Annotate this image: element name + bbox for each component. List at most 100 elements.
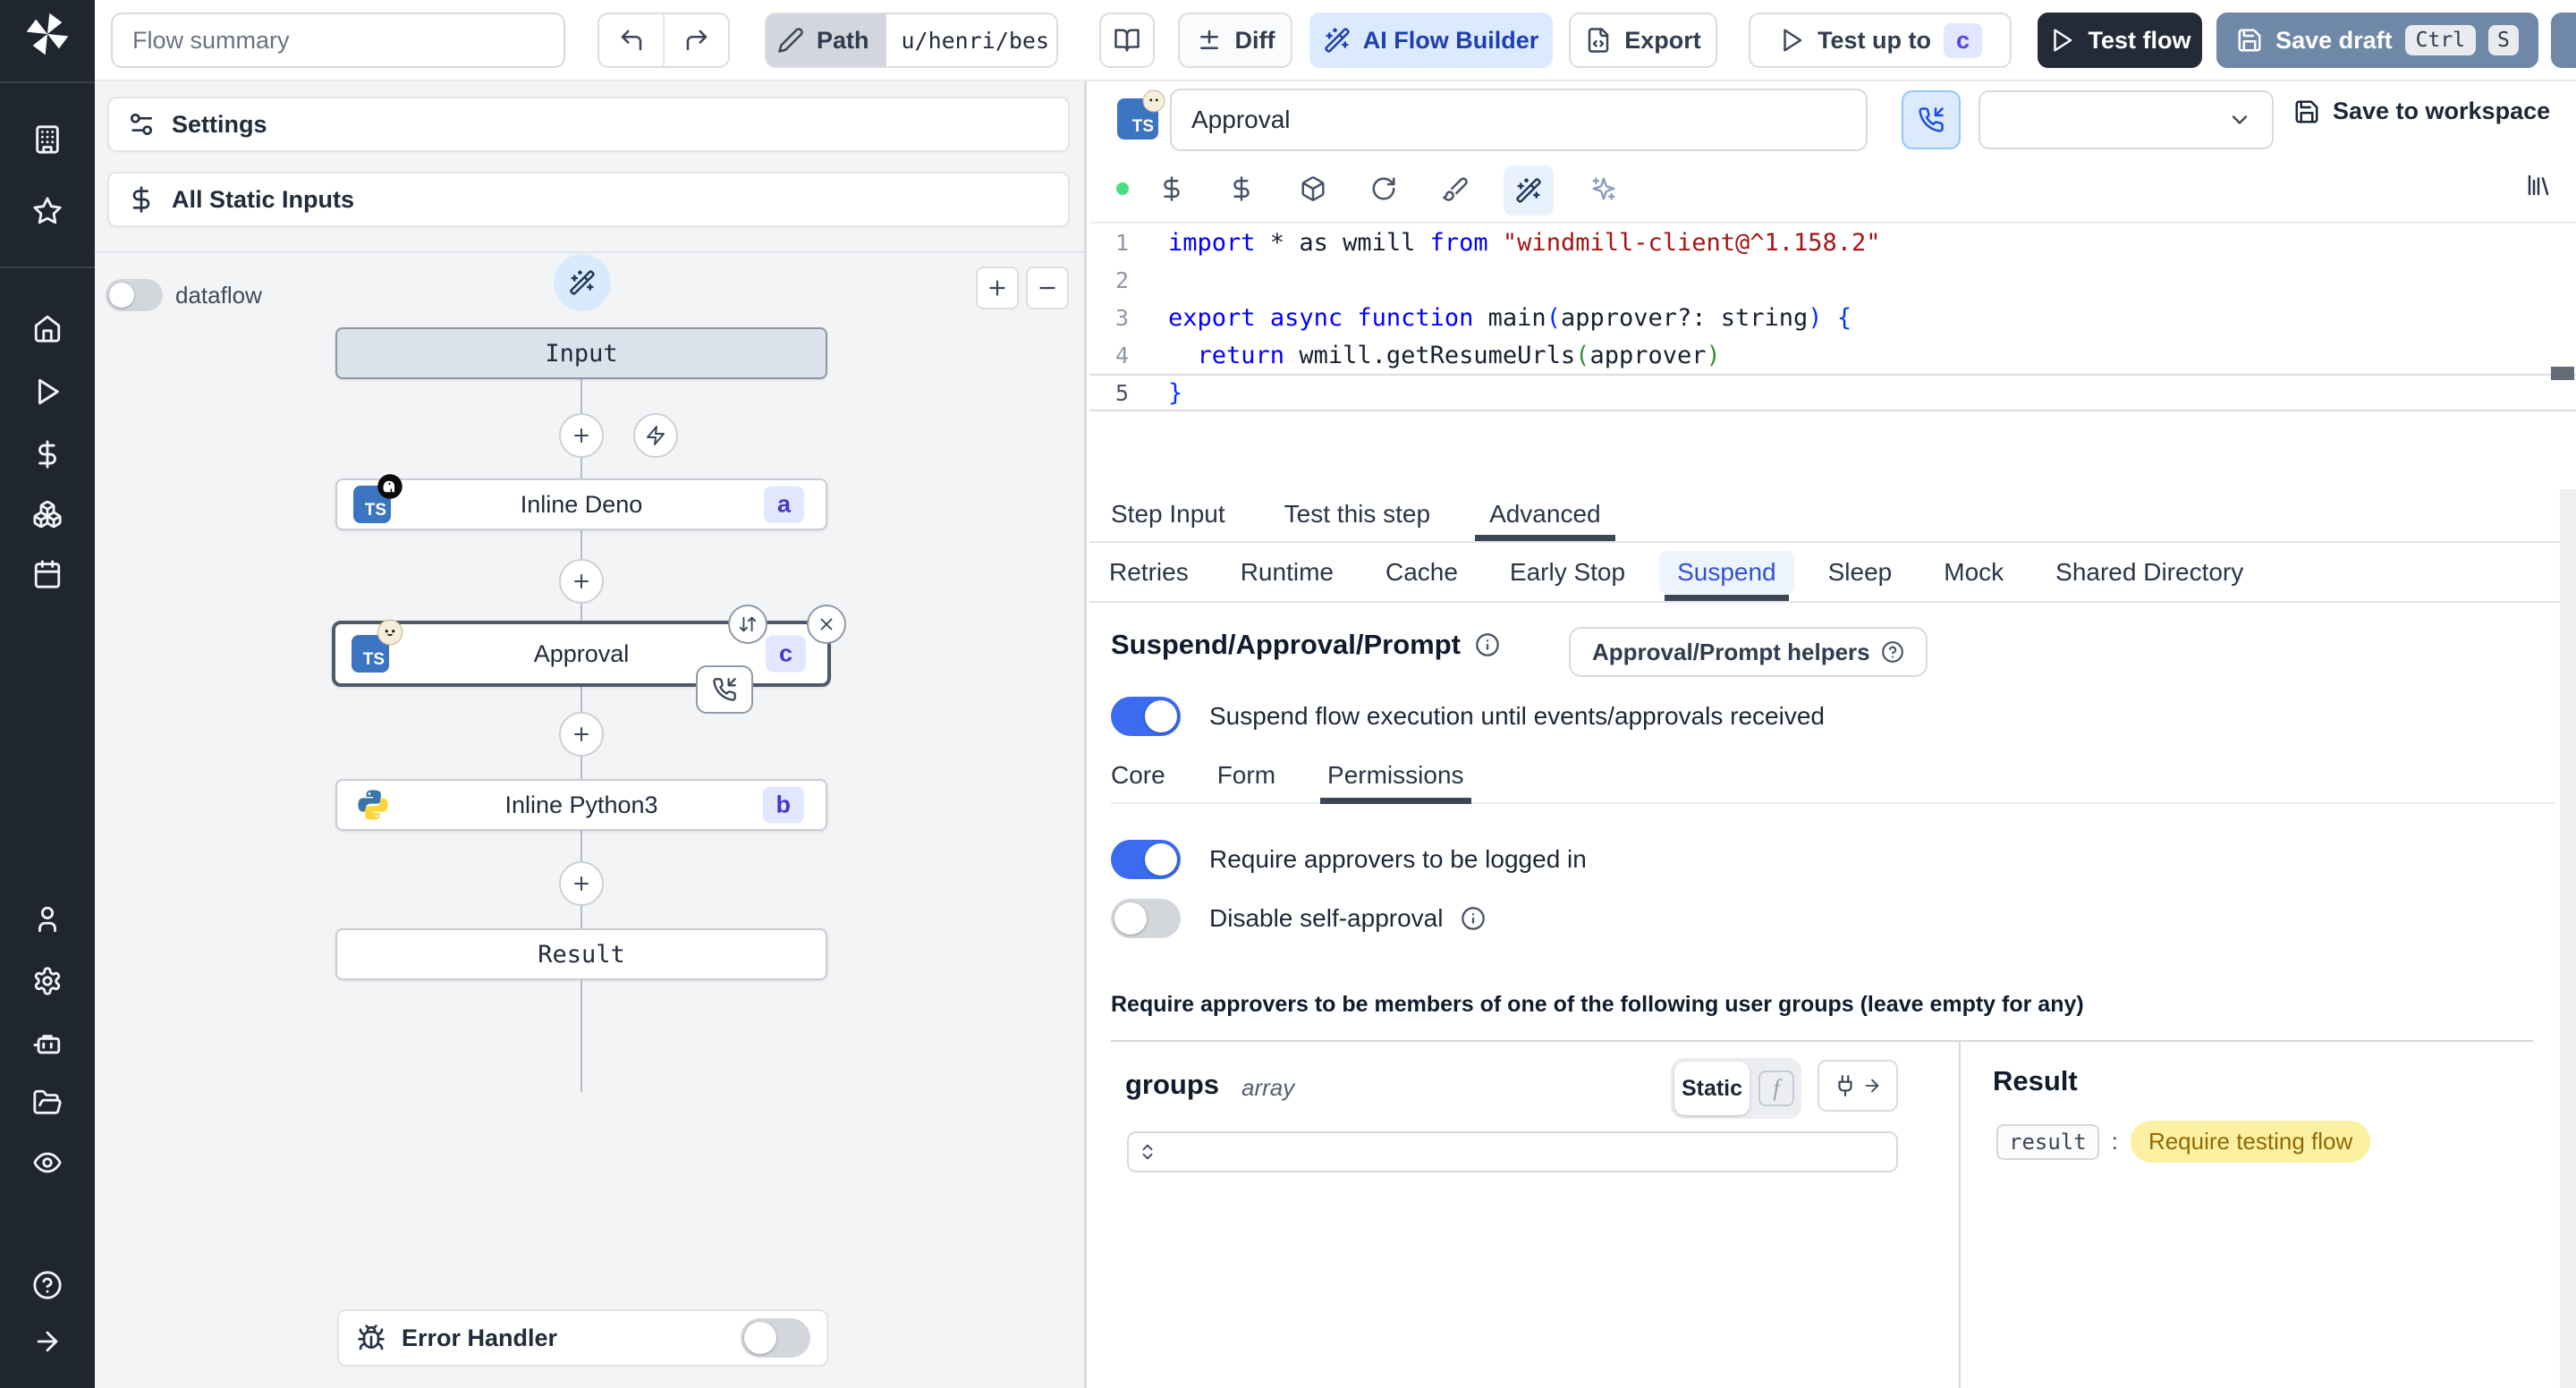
ai-assist-wand-button[interactable] <box>1504 165 1554 216</box>
move-step-button[interactable] <box>728 605 767 644</box>
info-icon[interactable] <box>1475 632 1500 657</box>
insert-step-button[interactable] <box>559 861 604 906</box>
error-handler-row[interactable]: Error Handler <box>337 1309 828 1367</box>
test-up-to-button[interactable]: Test up to c <box>1749 13 2012 68</box>
all-static-inputs-row[interactable]: All Static Inputs <box>107 172 1070 227</box>
audit-eye-icon[interactable] <box>32 1147 63 1178</box>
groups-requirement-note: Require approvers to be members of one o… <box>1111 992 2084 1017</box>
flow-summary-input[interactable]: Flow summary <box>111 13 565 68</box>
subtab-sleep[interactable]: Sleep <box>1828 543 1893 601</box>
resources-dollar-button[interactable] <box>1220 167 1263 210</box>
approval-prompt-helpers-button[interactable]: Approval/Prompt helpers <box>1569 627 1928 677</box>
require-login-label: Require approvers to be logged in <box>1209 845 1587 873</box>
insert-step-button[interactable] <box>559 413 604 458</box>
diff-button[interactable]: Diff <box>1178 13 1292 68</box>
windmill-logo-icon[interactable] <box>21 9 73 59</box>
suspend-execution-toggle[interactable] <box>1111 697 1181 736</box>
error-handler-toggle[interactable] <box>741 1318 810 1358</box>
subtab-shared-directory[interactable]: Shared Directory <box>2055 543 2243 601</box>
package-button[interactable] <box>1292 167 1335 210</box>
docs-book-button[interactable] <box>1099 13 1155 68</box>
dataflow-toggle[interactable] <box>106 279 163 311</box>
resources-boxes-icon[interactable] <box>32 499 63 529</box>
require-approvers-login-toggle[interactable] <box>1111 840 1181 879</box>
helpers-button-label: Approval/Prompt helpers <box>1592 638 1870 665</box>
editor-scrollbar-thumb[interactable] <box>2551 367 2574 380</box>
path-value: u/henri/bes <box>901 27 1050 54</box>
library-button[interactable] <box>2517 164 2560 207</box>
approval-phone-badge[interactable] <box>696 665 753 714</box>
static-mode-button[interactable]: Static <box>1674 1062 1750 1115</box>
tab-core[interactable]: Core <box>1111 749 1165 802</box>
flow-node-result[interactable]: Result <box>335 928 827 980</box>
groups-array-input[interactable] <box>1127 1131 1898 1172</box>
ai-flow-builder-button[interactable]: AI Flow Builder <box>1309 13 1553 68</box>
deploy-button-partial[interactable] <box>2551 13 2576 68</box>
variables-dollar-button[interactable] <box>1150 167 1193 210</box>
subtab-suspend[interactable]: Suspend <box>1659 543 1794 601</box>
save-to-workspace-button[interactable]: Save to workspace <box>2293 97 2550 125</box>
expand-sidebar-icon[interactable] <box>32 1326 63 1357</box>
flow-node-inline-deno[interactable]: TS Inline Deno a <box>335 474 827 530</box>
format-brush-button[interactable] <box>1434 167 1477 210</box>
favorites-star-icon[interactable] <box>32 196 63 226</box>
kbd-s: S <box>2488 25 2519 55</box>
zoom-out-button[interactable] <box>1026 267 1069 309</box>
workspace-icon[interactable] <box>32 124 63 155</box>
save-draft-button[interactable]: Save draft Ctrl S <box>2216 13 2538 68</box>
flow-node-inline-python[interactable]: Inline Python3 b <box>335 779 827 831</box>
settings-gear-icon[interactable] <box>32 966 63 996</box>
undo-button[interactable] <box>599 14 665 66</box>
connect-input-button[interactable] <box>1818 1060 1898 1112</box>
delete-step-button[interactable] <box>807 605 846 644</box>
redo-button[interactable] <box>665 14 728 66</box>
step-summary-input[interactable]: Approval <box>1170 89 1868 151</box>
tab-form[interactable]: Form <box>1217 749 1275 802</box>
plug-icon <box>1834 1074 1857 1097</box>
insert-step-button[interactable] <box>559 712 604 757</box>
variables-dollar-icon[interactable] <box>32 439 63 470</box>
javascript-mode-button[interactable]: f <box>1758 1071 1794 1106</box>
flow-settings-row[interactable]: Settings <box>107 97 1070 152</box>
disable-self-approval-toggle[interactable] <box>1111 899 1181 938</box>
panel-scrollbar[interactable] <box>2560 489 2576 1388</box>
zoom-in-button[interactable] <box>976 267 1019 309</box>
groups-arg-type: array <box>1241 1074 1295 1101</box>
insert-step-button[interactable] <box>559 559 604 604</box>
save-draft-label: Save draft <box>2275 26 2393 54</box>
result-key-chip[interactable]: result <box>1996 1123 2099 1160</box>
subtab-early-stop[interactable]: Early Stop <box>1510 543 1625 601</box>
info-icon[interactable] <box>1461 906 1486 931</box>
dollar-icon <box>127 185 156 214</box>
schedules-calendar-icon[interactable] <box>32 559 63 589</box>
tab-permissions[interactable]: Permissions <box>1320 749 1472 804</box>
test-flow-button[interactable]: Test flow <box>2038 13 2202 68</box>
folders-icon[interactable] <box>32 1088 63 1118</box>
subtab-runtime[interactable]: Runtime <box>1241 543 1334 601</box>
help-icon[interactable] <box>32 1270 63 1300</box>
script-kind-dropdown[interactable] <box>1979 90 2274 149</box>
tab-step-input[interactable]: Step Input <box>1111 487 1225 541</box>
subtab-retries[interactable]: Retries <box>1109 543 1189 601</box>
export-button[interactable]: Export <box>1569 13 1717 68</box>
path-button[interactable]: Path u/henri/bes <box>765 13 1058 68</box>
reload-button[interactable] <box>1362 167 1405 210</box>
runs-play-icon[interactable] <box>32 377 63 407</box>
book-open-icon <box>1114 27 1140 54</box>
tab-test-this-step[interactable]: Test this step <box>1284 487 1430 541</box>
home-icon[interactable] <box>32 313 63 343</box>
panel-vertical-divider <box>1959 1042 1961 1388</box>
users-icon[interactable] <box>32 904 63 935</box>
trigger-zap-button[interactable] <box>633 413 678 458</box>
suspend-phone-toggle-button[interactable] <box>1902 90 1961 149</box>
subtab-cache[interactable]: Cache <box>1385 543 1458 601</box>
tab-advanced[interactable]: Advanced <box>1475 487 1615 541</box>
subtab-mock[interactable]: Mock <box>1944 543 2004 601</box>
workers-bot-icon[interactable] <box>32 1028 63 1059</box>
ai-graph-wand-button[interactable] <box>554 254 611 311</box>
flow-node-input[interactable]: Input <box>335 327 827 379</box>
path-label-segment: Path <box>767 14 887 66</box>
code-editor[interactable]: 1 import * as wmill from "windmill-client… <box>1089 222 2576 487</box>
sidebar-divider <box>0 81 95 83</box>
ai-sparkles-button[interactable] <box>1582 167 1625 210</box>
